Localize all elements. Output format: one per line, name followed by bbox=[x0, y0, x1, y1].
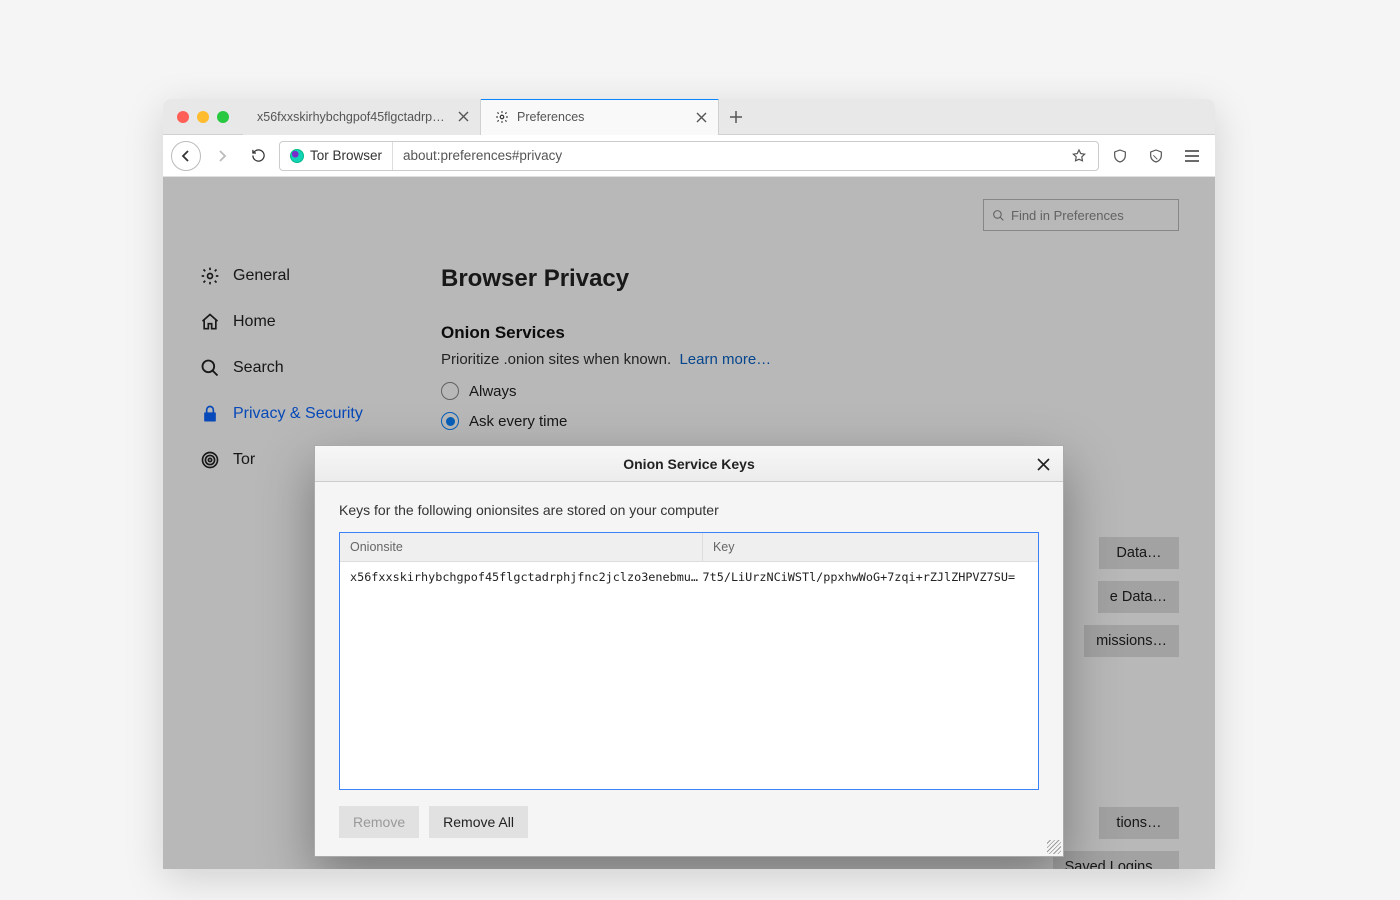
forward-button[interactable] bbox=[207, 141, 237, 171]
dialog-body: Keys for the following onionsites are st… bbox=[315, 482, 1063, 790]
security-level-icon[interactable] bbox=[1141, 141, 1171, 171]
tab-preferences[interactable]: Preferences bbox=[481, 99, 719, 135]
column-key[interactable]: Key bbox=[703, 533, 1038, 561]
identity-label: Tor Browser bbox=[310, 148, 382, 163]
address-bar[interactable]: Tor Browser about:preferences#privacy bbox=[279, 141, 1099, 171]
browser-window: x56fxxskirhybchgpof45flgctadrphjfnc2jclz… bbox=[163, 99, 1215, 869]
app-menu-button[interactable] bbox=[1177, 141, 1207, 171]
gear-icon bbox=[495, 110, 509, 124]
dialog-close-button[interactable] bbox=[1033, 454, 1053, 474]
dialog-description: Keys for the following onionsites are st… bbox=[339, 502, 1039, 518]
table-row[interactable]: x56fxxskirhybchgpof45flgctadrphjfnc2jclz… bbox=[340, 562, 1038, 592]
new-tab-button[interactable] bbox=[719, 110, 753, 124]
minimize-window-button[interactable] bbox=[197, 111, 209, 123]
remove-all-button[interactable]: Remove All bbox=[429, 806, 528, 838]
back-button[interactable] bbox=[171, 141, 201, 171]
navigation-toolbar: Tor Browser about:preferences#privacy bbox=[163, 135, 1215, 177]
dialog-title: Onion Service Keys bbox=[623, 456, 755, 472]
url-text: about:preferences#privacy bbox=[393, 148, 572, 163]
onion-circuit-icon bbox=[290, 149, 304, 163]
tab-onion-site[interactable]: x56fxxskirhybchgpof45flgctadrphjfnc2jclz… bbox=[243, 99, 481, 135]
tab-label: x56fxxskirhybchgpof45flgctadrphjfnc2jclz… bbox=[257, 110, 448, 124]
remove-button[interactable]: Remove bbox=[339, 806, 419, 838]
zoom-window-button[interactable] bbox=[217, 111, 229, 123]
close-tab-icon[interactable] bbox=[694, 110, 708, 124]
reload-button[interactable] bbox=[243, 141, 273, 171]
close-tab-icon[interactable] bbox=[456, 110, 470, 124]
table-header: Onionsite Key bbox=[340, 533, 1038, 562]
window-controls bbox=[163, 111, 243, 123]
site-identity[interactable]: Tor Browser bbox=[280, 142, 393, 170]
column-onionsite[interactable]: Onionsite bbox=[340, 533, 703, 561]
keys-table[interactable]: Onionsite Key x56fxxskirhybchgpof45flgct… bbox=[339, 532, 1039, 790]
onion-service-keys-dialog: Onion Service Keys Keys for the followin… bbox=[314, 445, 1064, 857]
cell-key: 7t5/LiUrzNCiWSTl/ppxhwWoG+7zqi+rZJlZHPVZ… bbox=[703, 570, 1028, 584]
close-window-button[interactable] bbox=[177, 111, 189, 123]
tab-strip: x56fxxskirhybchgpof45flgctadrphjfnc2jclz… bbox=[163, 99, 1215, 135]
tab-label: Preferences bbox=[517, 110, 686, 124]
bookmark-star-icon[interactable] bbox=[1064, 141, 1094, 171]
dialog-header: Onion Service Keys bbox=[315, 446, 1063, 482]
shield-icon[interactable] bbox=[1105, 141, 1135, 171]
cell-onionsite: x56fxxskirhybchgpof45flgctadrphjfnc2jclz… bbox=[350, 570, 703, 584]
dialog-footer: Remove Remove All bbox=[315, 790, 1063, 856]
resize-grip[interactable] bbox=[1047, 840, 1061, 854]
